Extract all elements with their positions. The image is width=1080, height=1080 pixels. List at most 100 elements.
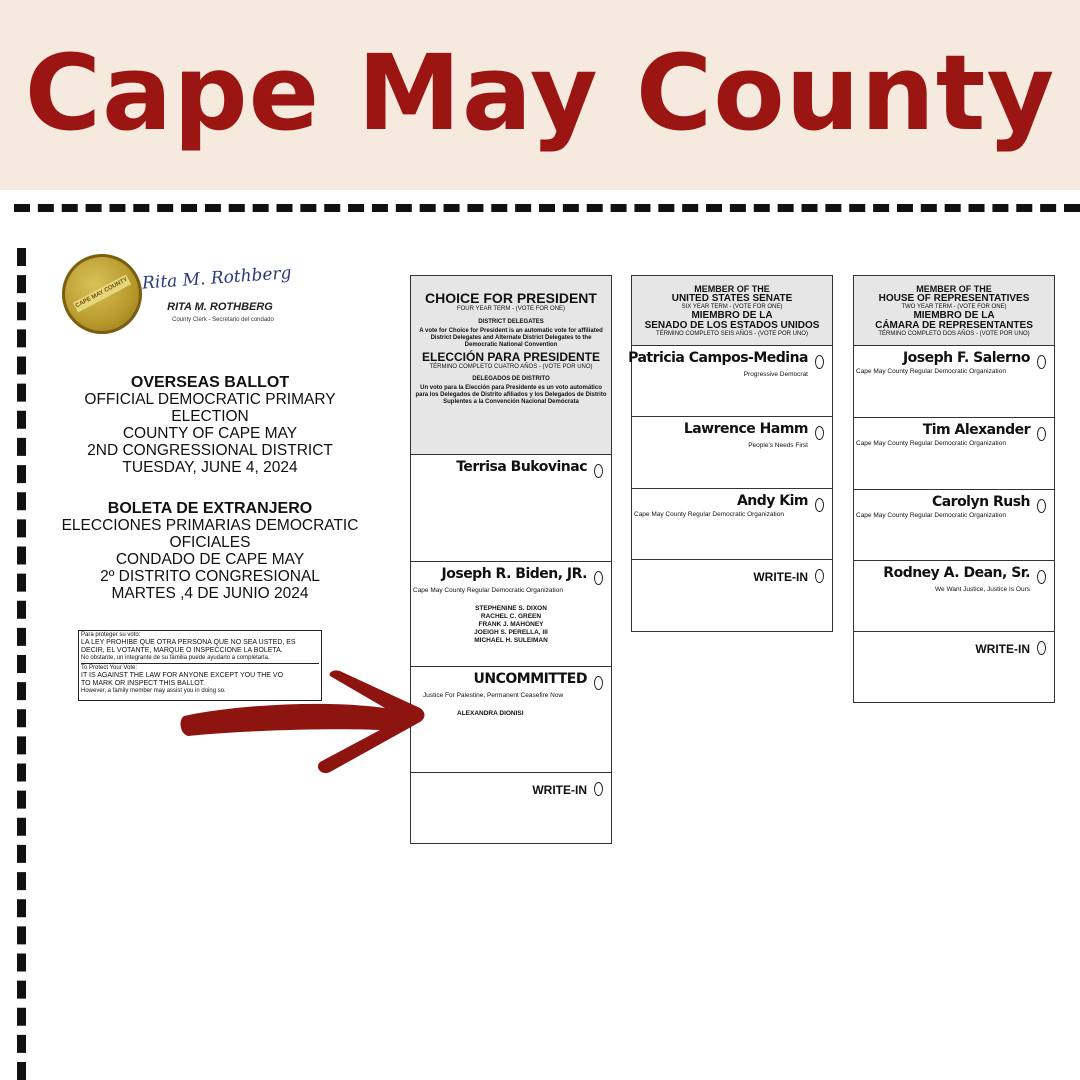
ballot-heading-english: OVERSEAS BALLOT OFFICIAL DEMOCRATIC PRIM…: [50, 374, 370, 476]
candidate-party: Progressive Democrat: [743, 371, 808, 378]
candidate-party: People's Needs First: [748, 442, 808, 449]
heading-line: TUESDAY, JUNE 4, 2024: [122, 459, 298, 476]
candidate-cell: Terrisa Bukovinac: [411, 455, 611, 562]
candidate-name: Tim Alexander: [922, 422, 1031, 438]
writein-label: WRITE-IN: [975, 642, 1030, 656]
president-delegates-label: DISTRICT DELEGATES: [478, 319, 544, 325]
writein-cell: WRITE-IN: [632, 560, 832, 630]
candidate-cell: Tim Alexander Cape May County Regular De…: [854, 418, 1054, 490]
senate-h2: UNITED STATES SENATE: [671, 293, 793, 304]
candidate-party: Cape May County Regular Democratic Organ…: [856, 440, 1006, 447]
heading-line: OVERSEAS BALLOT: [130, 374, 290, 391]
candidate-name: Joseph R. Biden, JR.: [441, 566, 588, 582]
heading-line: ELECTION: [171, 408, 249, 425]
heading-line: MARTES ,4 DE JUNIO 2024: [111, 585, 309, 602]
heading-line: COUNTY OF CAPE MAY: [122, 425, 298, 442]
ballot-heading-spanish: BOLETA DE EXTRANJERO ELECCIONES PRIMARIA…: [50, 500, 370, 602]
banner-title: Cape May County: [24, 32, 1056, 154]
president-header: CHOICE FOR PRESIDENT FOUR YEAR TERM - (V…: [411, 276, 611, 455]
candidate-cell: Joseph F. Salerno Cape May County Regula…: [854, 346, 1054, 418]
president-title-es: ELECCIÓN PARA PRESIDENTE: [421, 350, 601, 364]
president-delegates-label-es: DELEGADOS DE DISTRITO: [472, 376, 550, 382]
candidate-party: Justice For Palestine, Permanent Ceasefi…: [423, 692, 564, 699]
house-term-es: TÉRMINO COMPLETO DOS AÑOS - (VOTE POR UN…: [878, 331, 1030, 337]
vote-oval[interactable]: [594, 676, 603, 690]
candidate-name: Terrisa Bukovinac: [456, 459, 587, 475]
candidate-party: Cape May County Regular Democratic Organ…: [413, 587, 563, 594]
candidate-cell: Andy Kim Cape May County Regular Democra…: [632, 489, 832, 560]
vote-oval[interactable]: [1037, 427, 1046, 441]
candidate-name: Lawrence Hamm: [683, 421, 809, 437]
vote-oval[interactable]: [815, 498, 824, 512]
delegate-name: JOEIGH S. PERELLA, III: [474, 629, 548, 636]
candidate-party: We Want Justice, Justice Is Ours: [935, 586, 1030, 593]
delegate-name: STEPHENINE S. DIXON: [475, 605, 547, 612]
red-arrow-icon: [180, 670, 425, 774]
house-h2-es: CÁMARA DE REPRESENTANTES: [875, 320, 1033, 331]
president-title: CHOICE FOR PRESIDENT: [425, 290, 597, 306]
candidate-party: Cape May County Regular Democratic Organ…: [634, 511, 784, 518]
senate-h2-es: SENADO DE LOS ESTADOS UNIDOS: [644, 320, 820, 331]
president-note: A vote for Choice for President is an au…: [419, 328, 603, 348]
notice-line: DECIR, EL VOTANTE, MARQUE O INSPECCIONE …: [81, 647, 283, 654]
writein-cell: WRITE-IN: [411, 773, 611, 842]
candidate-party: Cape May County Regular Democratic Organ…: [856, 368, 1006, 375]
senate-term-es: TÉRMINO COMPLETO SEIS AÑOS - (VOTE POR U…: [656, 331, 808, 337]
candidate-name: Rodney A. Dean, Sr.: [883, 565, 1030, 581]
heading-line: OFICIALES: [169, 534, 251, 551]
notice-line: No obstante, un integrante de su familia…: [81, 655, 270, 661]
delegate-name: ALEXANDRA DIONISI: [457, 710, 524, 717]
vote-oval[interactable]: [1037, 499, 1046, 513]
writein-label: WRITE-IN: [753, 570, 808, 584]
vote-oval[interactable]: [1037, 641, 1046, 655]
vote-oval[interactable]: [815, 569, 824, 583]
candidate-name: Andy Kim: [736, 493, 809, 509]
candidate-name: Patricia Campos-Medina: [628, 350, 808, 366]
clerk-title: County Clerk - Secretario del condado: [172, 317, 274, 323]
candidate-cell: Rodney A. Dean, Sr. We Want Justice, Jus…: [854, 561, 1054, 632]
senate-header: MEMBER OF THE UNITED STATES SENATE SIX Y…: [632, 276, 832, 346]
candidate-cell: Joseph R. Biden, JR. Cape May County Reg…: [411, 562, 611, 667]
candidate-cell: Lawrence Hamm People's Needs First: [632, 417, 832, 489]
senate-column: MEMBER OF THE UNITED STATES SENATE SIX Y…: [628, 275, 833, 632]
vote-oval[interactable]: [1037, 570, 1046, 584]
candidate-name: Joseph F. Salerno: [902, 350, 1031, 366]
candidate-name: Carolyn Rush: [931, 494, 1031, 510]
seal-band-text: CAPE MAY COUNTY: [72, 274, 132, 313]
delegate-name: RACHEL C. GREEN: [480, 613, 542, 620]
writein-label: WRITE-IN: [532, 783, 587, 797]
delegate-name: FRANK J. MAHONEY: [478, 621, 544, 628]
heading-line: ELECCIONES PRIMARIAS DEMOCRATIC: [61, 517, 359, 534]
candidate-cell: Patricia Campos-Medina Progressive Democ…: [628, 346, 832, 417]
vote-oval[interactable]: [594, 782, 603, 796]
president-term-es: TÉRMINO COMPLETO CUATRO AÑOS - (VOTE POR…: [429, 364, 593, 370]
heading-line: BOLETA DE EXTRANJERO: [107, 500, 313, 517]
house-h2: HOUSE OF REPRESENTATIVES: [878, 293, 1030, 304]
county-seal-icon: CAPE MAY COUNTY: [62, 254, 142, 334]
vote-oval[interactable]: [1037, 355, 1046, 369]
title-banner: Cape May County: [0, 0, 1080, 190]
president-column: CHOICE FOR PRESIDENT FOUR YEAR TERM - (V…: [410, 275, 612, 844]
dashed-cut-line-top: [14, 204, 1080, 212]
heading-line: 2º DISTRITO CONGRESIONAL: [100, 568, 320, 585]
candidate-cell: Carolyn Rush Cape May County Regular Dem…: [854, 490, 1054, 561]
candidate-cell: UNCOMMITTED Justice For Palestine, Perma…: [411, 667, 611, 773]
notice-line: Para proteger su voto:: [81, 632, 141, 638]
president-note-es: Un voto para la Elección para Presidente…: [415, 385, 607, 405]
house-header: MEMBER OF THE HOUSE OF REPRESENTATIVES T…: [854, 276, 1054, 346]
vote-oval[interactable]: [815, 355, 824, 369]
vote-oval[interactable]: [594, 464, 603, 478]
vote-oval[interactable]: [594, 571, 603, 585]
dashed-cut-line-left: [17, 248, 26, 1080]
writein-cell: WRITE-IN: [854, 632, 1054, 701]
notice-line: LA LEY PROHIBE QUE OTRA PERSONA QUE NO S…: [81, 639, 296, 646]
candidate-party: Cape May County Regular Democratic Organ…: [856, 512, 1006, 519]
delegate-list: STEPHENINE S. DIXON RACHEL C. GREEN FRAN…: [411, 605, 611, 645]
house-column: MEMBER OF THE HOUSE OF REPRESENTATIVES T…: [853, 275, 1055, 703]
clerk-name: RITA M. ROTHBERG: [167, 301, 273, 313]
delegate-name: MICHAEL H. SULEIMAN: [474, 637, 548, 644]
heading-line: CONDADO DE CAPE MAY: [115, 551, 305, 568]
president-term: FOUR YEAR TERM - (VOTE FOR ONE): [456, 306, 566, 312]
heading-line: OFFICIAL DEMOCRATIC PRIMARY: [84, 391, 336, 408]
vote-oval[interactable]: [815, 426, 824, 440]
